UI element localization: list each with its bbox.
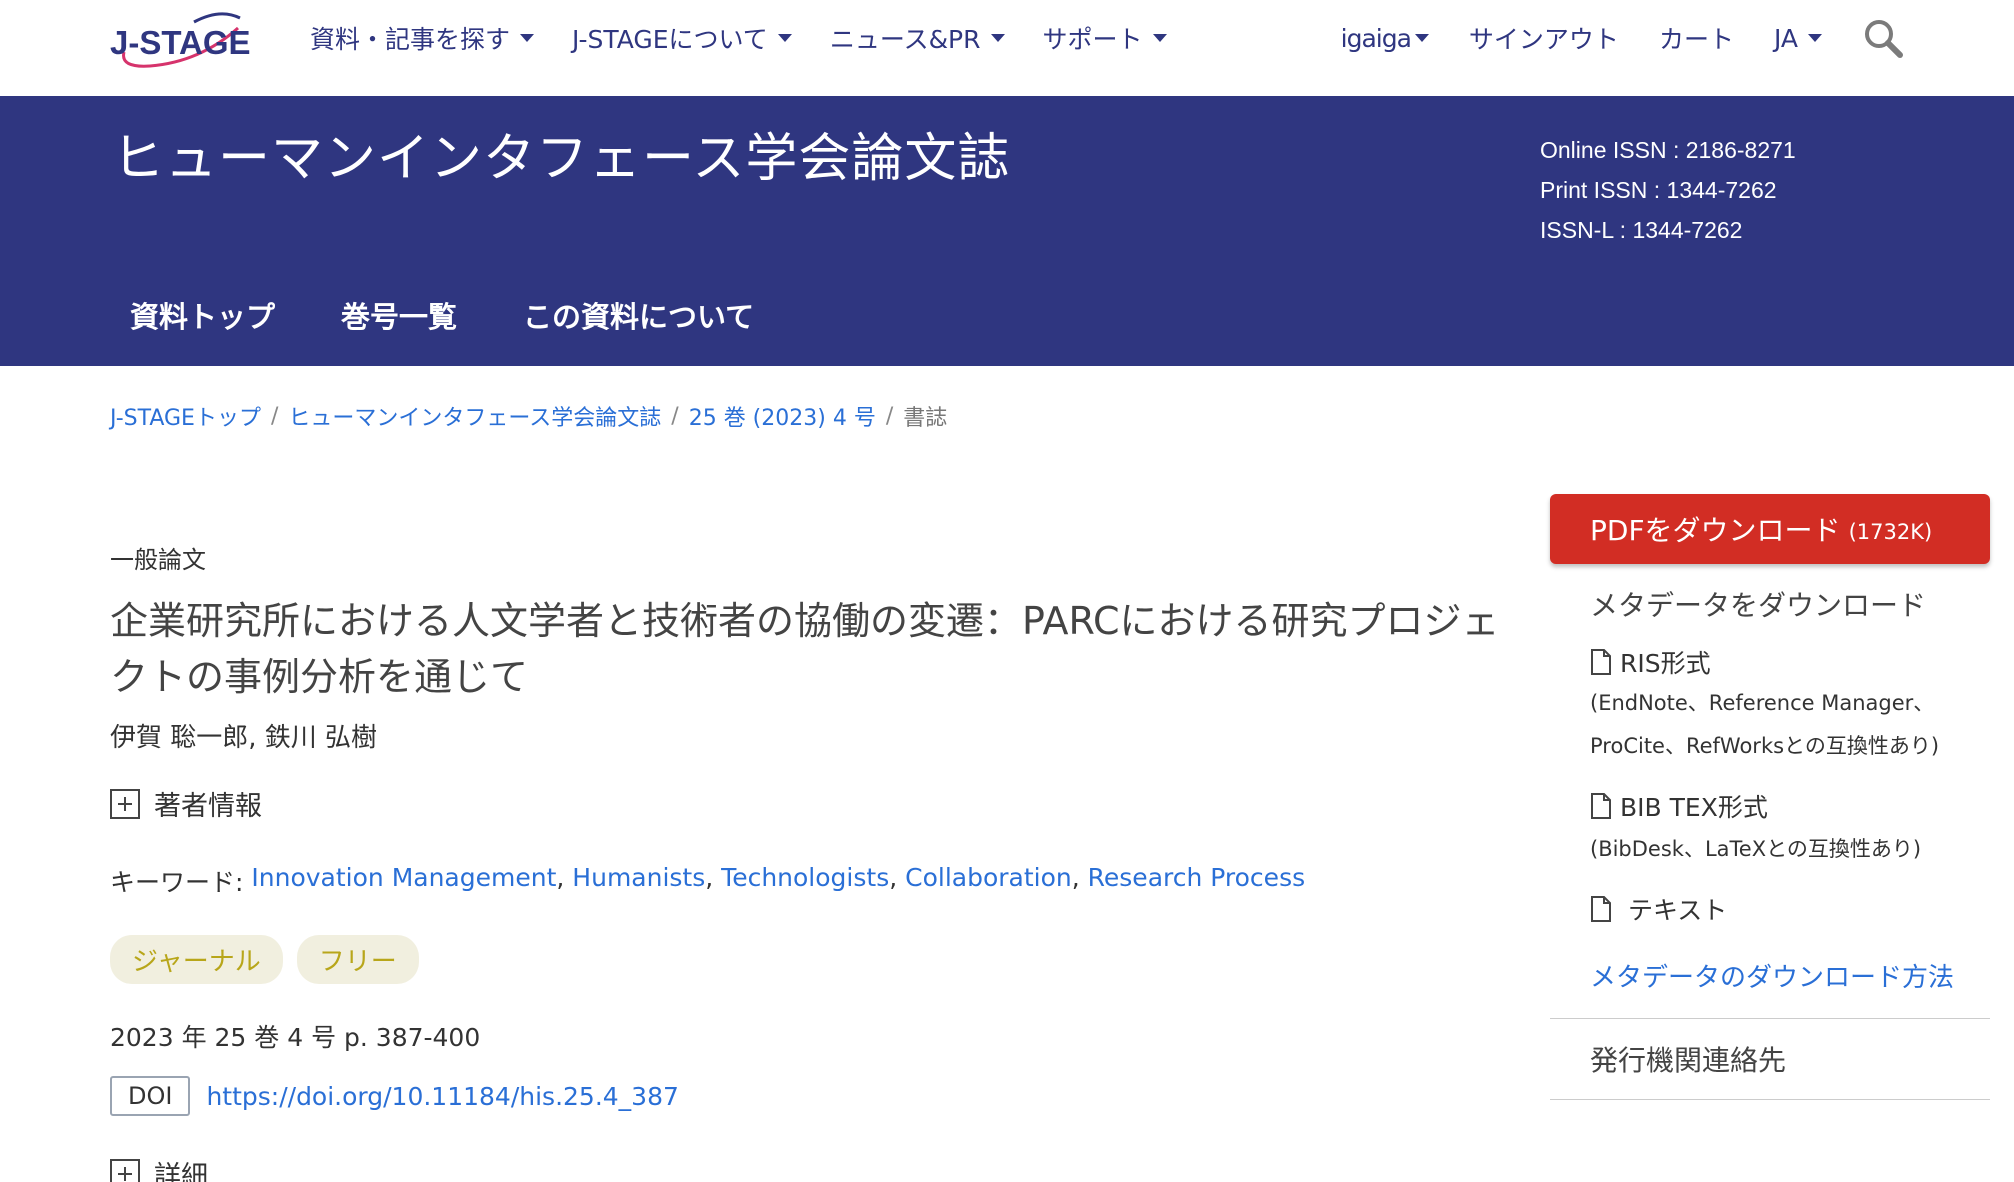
caret-down-icon (1414, 34, 1429, 42)
details-label: 詳細 (154, 1161, 208, 1182)
top-navigation: J-STAGE 資料・記事を探す J-STAGEについて ニュース&PR サポー… (0, 0, 2014, 96)
document-icon (1591, 793, 1611, 819)
badge-journal: ジャーナル (110, 935, 283, 984)
menu-label: サポート (1042, 25, 1143, 54)
menu-label: J-STAGEについて (572, 25, 768, 54)
text-download-link[interactable]: テキスト (1590, 891, 1990, 927)
signout-link[interactable]: サインアウト (1469, 20, 1619, 56)
doi-label: DOI (110, 1076, 191, 1116)
keywords: キーワード: Innovation Management, Humanists,… (110, 863, 1510, 899)
jstage-logo[interactable]: J-STAGE (110, 8, 260, 72)
keyword-comma: , (889, 863, 906, 892)
ris-compatibility-note: (EndNote、Reference Manager、 ProCite、RefW… (1590, 682, 1990, 768)
journal-tabs: 資料トップ 巻号一覧 この資料について (130, 294, 820, 336)
breadcrumb: J-STAGEトップ / ヒューマンインタフェース学会論文誌 / 25 巻 (2… (110, 400, 947, 432)
issn-block: Online ISSN : 2186-8271 Print ISSN : 134… (1540, 130, 1796, 250)
tab-about-journal[interactable]: この資料について (523, 294, 754, 336)
expand-plus-icon (110, 788, 140, 819)
sidebar-divider (1550, 1099, 1990, 1100)
ris-download-link[interactable]: RIS形式 (1590, 644, 1990, 680)
main-menu: 資料・記事を探す J-STAGEについて ニュース&PR サポート (310, 18, 1205, 58)
breadcrumb-separator: / (270, 403, 279, 429)
menu-about-jstage[interactable]: J-STAGEについて (572, 20, 792, 56)
doi-link[interactable]: https://doi.org/10.11184/his.25.4_387 (206, 1082, 678, 1111)
bibtex-download-link[interactable]: BIB TEX形式 (1590, 788, 1990, 824)
pdf-file-size: (1732K) (1848, 520, 1933, 544)
metadata-download-heading: メタデータをダウンロード (1590, 589, 1927, 622)
document-icon (1591, 649, 1611, 675)
keyword-link[interactable]: Research Process (1088, 863, 1305, 899)
breadcrumb-separator: / (885, 403, 894, 429)
badge-free: フリー (296, 935, 419, 984)
keyword-comma: , (556, 863, 573, 892)
online-issn: Online ISSN : 2186-8271 (1540, 137, 1796, 163)
breadcrumb-jstage-top[interactable]: J-STAGEトップ (110, 400, 261, 432)
ris-label: RIS形式 (1620, 649, 1711, 678)
menu-search-materials[interactable]: 資料・記事を探す (310, 20, 535, 56)
print-issn: Print ISSN : 1344-7262 (1540, 177, 1777, 203)
metadata-formats: RIS形式 (EndNote、Reference Manager、 ProCit… (1550, 644, 1990, 927)
logo-text: J-STAGE (110, 24, 251, 61)
download-sidebar: PDFをダウンロード (1732K) メタデータをダウンロード RIS形式 (E… (1550, 494, 1990, 1100)
author-info-toggle[interactable]: 著者情報 (110, 784, 1510, 823)
bibtex-compatibility-note: (BibDesk、LaTeXとの互換性あり) (1590, 837, 1922, 861)
journal-banner: ヒューマンインタフェース学会論文誌 Online ISSN : 2186-827… (0, 96, 2014, 366)
breadcrumb-separator: / (671, 403, 679, 429)
author-info-label: 著者情報 (154, 791, 262, 822)
keyword-link[interactable]: Humanists (572, 863, 705, 899)
article-main: 一般論文 企業研究所における人文学者と技術者の協働の変遷：PARCにおける研究プ… (110, 540, 1510, 1182)
pdf-download-label: PDFをダウンロード (1590, 514, 1841, 547)
user-account-dropdown[interactable]: igaiga (1341, 24, 1429, 53)
menu-label: ニュース&PR (829, 25, 981, 54)
breadcrumb-issue[interactable]: 25 巻 (2023) 4 号 (689, 400, 876, 432)
keyword-link[interactable]: Collaboration (905, 863, 1072, 899)
menu-support[interactable]: サポート (1043, 20, 1167, 56)
username: igaiga (1340, 23, 1412, 53)
cart-link[interactable]: カート (1659, 20, 1734, 56)
keyword-comma: , (1071, 863, 1088, 892)
breadcrumb-current: 書誌 (903, 406, 948, 431)
publisher-contact-toggle[interactable]: 発行機関連絡先 (1550, 1039, 1990, 1079)
article-title: 企業研究所における人文学者と技術者の協働の変遷：PARCにおける研究プロジェクト… (110, 599, 1500, 699)
doi-row: DOI https://doi.org/10.11184/his.25.4_38… (110, 1076, 1510, 1116)
details-toggle[interactable]: 詳細 (110, 1154, 1510, 1182)
tab-issue-list[interactable]: 巻号一覧 (341, 294, 457, 336)
sidebar-divider (1550, 1018, 1990, 1019)
text-label: テキスト (1628, 896, 1728, 925)
caret-down-icon (520, 34, 535, 42)
document-icon (1591, 896, 1611, 922)
tab-journal-top[interactable]: 資料トップ (130, 294, 275, 336)
keyword-link[interactable]: Innovation Management (251, 863, 556, 899)
bibtex-label: BIB TEX形式 (1620, 793, 1768, 822)
ris-note-line: (EndNote、Reference Manager、 (1590, 691, 1935, 715)
search-icon[interactable] (1862, 17, 1904, 59)
badges: ジャーナル フリー (110, 935, 1510, 984)
caret-down-icon (990, 34, 1005, 42)
pdf-download-button[interactable]: PDFをダウンロード (1732K) (1550, 494, 1990, 564)
user-menu: igaiga サインアウト カート JA (1301, 18, 1904, 58)
caret-down-icon (1808, 34, 1822, 42)
caret-down-icon (1152, 34, 1167, 42)
expand-plus-icon (110, 1158, 140, 1182)
keyword-comma: , (705, 863, 722, 892)
journal-title[interactable]: ヒューマンインタフェース学会論文誌 (112, 116, 1010, 191)
metadata-howto-link[interactable]: メタデータのダウンロード方法 (1550, 957, 1990, 994)
menu-news-pr[interactable]: ニュース&PR (830, 20, 1005, 56)
issn-l: ISSN-L : 1344-7262 (1540, 217, 1743, 243)
article-category: 一般論文 (110, 546, 206, 574)
keyword-link[interactable]: Technologists (721, 863, 889, 899)
ris-note-line: ProCite、RefWorksとの互換性あり) (1590, 734, 1940, 758)
publication-info: 2023 年 25 巻 4 号 p. 387-400 (110, 1023, 481, 1052)
keywords-label: キーワード: (110, 868, 244, 897)
article-authors: 伊賀 聡一郎, 鉄川 弘樹 (110, 723, 378, 753)
language-dropdown[interactable]: JA (1774, 24, 1822, 53)
breadcrumb-journal[interactable]: ヒューマンインタフェース学会論文誌 (288, 400, 661, 432)
menu-label: 資料・記事を探す (310, 25, 511, 54)
caret-down-icon (777, 34, 792, 42)
language-label: JA (1773, 23, 1798, 53)
